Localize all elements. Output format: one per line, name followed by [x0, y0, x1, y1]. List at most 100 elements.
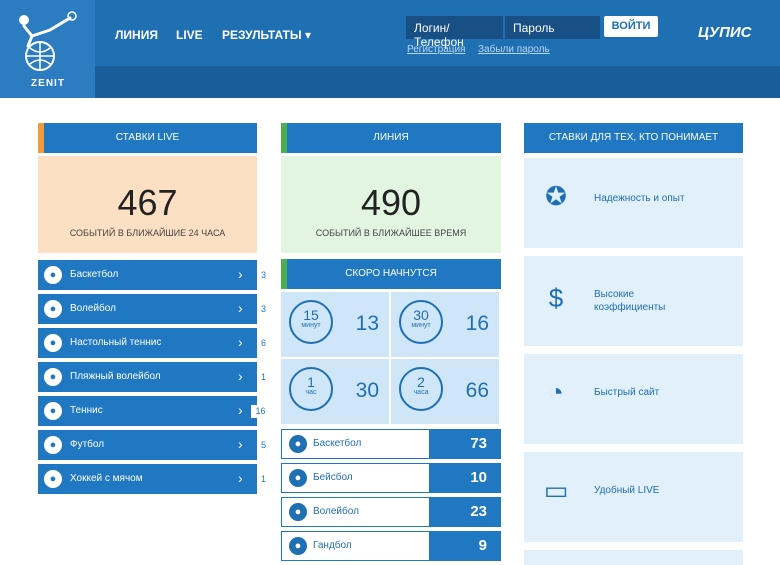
feature-text: Удобный LIVE: [594, 485, 660, 496]
sport-count: 1: [257, 473, 270, 486]
line-sport-row[interactable]: ● Гандбол 9: [281, 531, 501, 561]
chevron-right-icon: ›: [238, 334, 243, 350]
sport-count: 23: [429, 497, 501, 527]
login-input[interactable]: Логин/Телефон: [406, 16, 503, 49]
live-sport-row[interactable]: ● Теннис 16 ›: [38, 396, 270, 426]
feature-card-partial: [524, 550, 743, 565]
timer-value: 30: [355, 379, 379, 402]
timer-value: 66: [465, 379, 489, 402]
live-sport-row[interactable]: ● Футбол 5 ›: [38, 430, 270, 460]
timer-2hours[interactable]: 2 часа 66: [391, 359, 499, 424]
timer-number: 15: [303, 307, 319, 323]
volleyball-icon: ●: [44, 368, 62, 386]
chevron-right-icon: ›: [238, 402, 243, 418]
sport-label: Баскетбол: [313, 438, 362, 449]
nav-live[interactable]: LIVE: [176, 28, 203, 42]
forgot-password-link[interactable]: Забыли пароль: [478, 44, 550, 55]
chevron-right-icon: ›: [238, 436, 243, 452]
live-sport-row[interactable]: ● Настольный теннис 6 ›: [38, 328, 270, 358]
timer-15min[interactable]: 15 минут 13: [281, 292, 389, 357]
volleyball-icon: ●: [44, 300, 62, 318]
line-count-box[interactable]: 490 СОБЫТИЙ В БЛИЖАЙШЕЕ ВРЕМЯ: [281, 156, 501, 253]
timer-number: 30: [413, 307, 429, 323]
chevron-right-icon: ›: [238, 470, 243, 486]
sport-label: Теннис: [70, 405, 103, 416]
sport-label: Волейбол: [313, 506, 359, 517]
live-count: 467: [117, 182, 178, 223]
feature-text: Быстрый сайт: [594, 387, 660, 398]
live-title: СТАВКИ LIVE: [115, 132, 180, 143]
nav-line[interactable]: ЛИНИЯ: [115, 28, 158, 42]
timer-value: 13: [355, 312, 379, 335]
line-title: ЛИНИЯ: [373, 132, 409, 143]
sport-count: 6: [257, 337, 270, 350]
timer-value: 16: [465, 312, 489, 335]
stopwatch-icon: 1 час: [289, 367, 333, 411]
sport-count: 9: [429, 531, 501, 561]
chevron-right-icon: ›: [238, 368, 243, 384]
password-input[interactable]: Пароль: [505, 16, 600, 39]
timer-unit: минут: [411, 322, 431, 329]
volleyball-icon: ●: [289, 503, 307, 521]
register-link[interactable]: Регистрация: [407, 44, 465, 55]
live-stripe: [38, 123, 44, 153]
feature-text: Высокие коэффициенты: [594, 289, 666, 313]
basketball-icon: ●: [44, 266, 62, 284]
sport-label: Хоккей с мячом: [70, 473, 143, 484]
cupis-logo[interactable]: ЦУПИС: [698, 24, 752, 41]
nav-results[interactable]: РЕЗУЛЬТАТЫ ▾: [222, 28, 311, 42]
timer-30min[interactable]: 30 минут 16: [391, 292, 499, 357]
sport-count: 16: [251, 405, 270, 418]
timer-number: 1: [307, 374, 315, 390]
line-sport-row[interactable]: ● Бейсбол 10: [281, 463, 501, 493]
timer-number: 2: [417, 374, 425, 390]
logo-text: ZENIT: [31, 78, 65, 89]
line-sport-row[interactable]: ● Волейбол 23: [281, 497, 501, 527]
sport-label: Настольный теннис: [70, 337, 162, 348]
tennis-icon: ●: [44, 402, 62, 420]
features-title: СТАВКИ ДЛЯ ТЕХ, КТО ПОНИМАЕТ: [548, 132, 719, 143]
feature-card: ✪ Надежность и опыт: [524, 158, 743, 248]
header: ZENIT ЛИНИЯ LIVE РЕЗУЛЬТАТЫ ▾ Логин/Теле…: [0, 0, 780, 98]
sport-label: Баскетбол: [70, 269, 119, 280]
live-header[interactable]: СТАВКИ LIVE: [38, 123, 257, 153]
line-stripe: [281, 123, 287, 153]
features-header: СТАВКИ ДЛЯ ТЕХ, КТО ПОНИМАЕТ: [524, 123, 743, 153]
money-bag-icon: $: [548, 283, 564, 313]
live-sport-row[interactable]: ● Баскетбол 3 ›: [38, 260, 270, 290]
baseball-icon: ●: [289, 469, 307, 487]
chevron-right-icon: ›: [238, 300, 243, 316]
timer-1hour[interactable]: 1 час 30: [281, 359, 389, 424]
login-button[interactable]: ВОЙТИ: [604, 16, 658, 37]
sport-count: 3: [257, 303, 270, 316]
feature-card: ▭ Удобный LIVE: [524, 452, 743, 542]
hockey-ball-icon: ●: [44, 470, 62, 488]
line-header[interactable]: ЛИНИЯ: [281, 123, 501, 153]
sport-count: 10: [429, 463, 501, 493]
live-sport-row[interactable]: ● Волейбол 3 ›: [38, 294, 270, 324]
soon-header: СКОРО НАЧНУТСЯ: [281, 259, 501, 289]
sport-label: Футбол: [70, 439, 105, 450]
sport-count: 73: [429, 429, 501, 459]
sport-label: Гандбол: [313, 540, 352, 551]
zenit-logo-icon: [19, 11, 77, 71]
zenit-logo[interactable]: ZENIT: [0, 0, 95, 98]
chevron-right-icon: ›: [238, 266, 243, 282]
timer-unit: минут: [301, 322, 321, 329]
live-sport-row[interactable]: ● Хоккей с мячом 1 ›: [38, 464, 270, 494]
header-subbar: [95, 66, 780, 98]
line-sport-row[interactable]: ● Баскетбол 73: [281, 429, 501, 459]
feature-card: $ Высокие коэффициенты: [524, 256, 743, 346]
live-count-box[interactable]: 467 СОБЫТИЙ В БЛИЖАЙШИЕ 24 ЧАСА: [38, 156, 257, 253]
feature-card: ◔ Быстрый сайт: [524, 354, 743, 444]
timer-unit: часа: [413, 389, 429, 396]
live-sport-row[interactable]: ● Пляжный волейбол 1 ›: [38, 362, 270, 392]
medal-icon: ✪: [545, 181, 567, 211]
stopwatch-icon: 15 минут: [289, 300, 333, 344]
sport-count: 3: [257, 269, 270, 282]
handball-icon: ●: [289, 537, 307, 555]
football-icon: ●: [44, 436, 62, 454]
sport-count: 1: [257, 371, 270, 384]
live-count-subtitle: СОБЫТИЙ В БЛИЖАЙШИЕ 24 ЧАСА: [69, 228, 226, 238]
soon-stripe: [281, 259, 287, 289]
